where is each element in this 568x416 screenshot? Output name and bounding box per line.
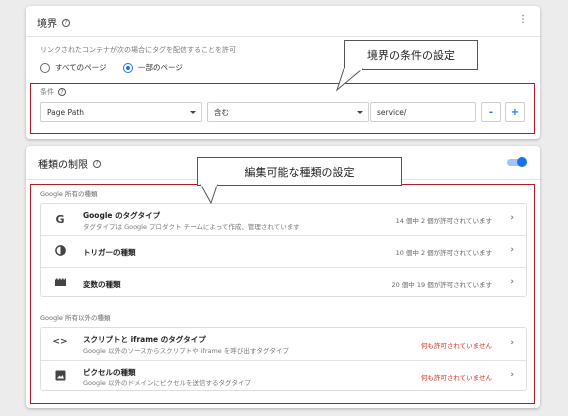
chevron-right-icon[interactable]: › <box>510 338 514 348</box>
operator-value: 含む <box>214 107 229 117</box>
row-title: 変数の種類 <box>83 280 121 289</box>
chevron-right-icon[interactable]: › <box>510 277 514 287</box>
chevron-right-icon[interactable]: › <box>510 245 514 255</box>
row-title: Google のタグタイプ <box>83 211 161 220</box>
radio-checked-icon[interactable] <box>123 62 133 73</box>
image-icon <box>53 370 67 381</box>
non-google-section-label: Google 所有以外の種類 <box>40 314 111 322</box>
dropdown-caret-icon <box>357 111 363 114</box>
list-item[interactable]: ピクセルの種類 Google 以外のドメインにピクセルを送信するタグタイプ 何も… <box>41 361 526 392</box>
callout-types-text: 編集可能な種類の設定 <box>244 165 355 179</box>
boundary-title: 境界 <box>37 19 57 30</box>
code-icon: <> <box>52 337 68 347</box>
list-item[interactable]: 変数の種類 20 個中 19 個が許可されています › <box>41 268 526 298</box>
google-section-label: Google 所有の種類 <box>40 190 98 198</box>
variable-select[interactable]: Page Path <box>40 102 202 122</box>
dropdown-caret-icon <box>190 111 196 114</box>
radio-unchecked-icon[interactable] <box>40 62 50 73</box>
google-g-icon: G <box>55 213 65 226</box>
row-status: 10 個中 2 個が許可されています <box>395 249 492 257</box>
help-icon[interactable]: ? <box>62 18 70 27</box>
non-google-types-group: <> スクリプトと iframe のタグタイプ Google 以外のソースからス… <box>40 327 527 391</box>
divider <box>26 36 540 37</box>
restrictions-header: 種類の制限 ? <box>38 156 101 171</box>
condition-value-input[interactable]: service/ <box>370 102 476 122</box>
list-item[interactable]: トリガーの種類 10 個中 2 個が許可されています › <box>41 236 526 267</box>
trigger-icon <box>53 245 67 256</box>
callout-tail <box>335 68 364 92</box>
row-subtitle: Google 以外のソースからスクリプトや iframe を呼び出すタグタイプ <box>83 347 289 355</box>
google-types-group: G Google のタグタイプ タグタイプは Google プロダクト チームに… <box>40 203 527 297</box>
radio-some-pages[interactable]: 一部のページ <box>123 62 183 73</box>
variable-icon <box>53 277 67 287</box>
row-status: 何も許可されていません <box>420 342 492 350</box>
row-title: スクリプトと iframe のタグタイプ <box>83 335 206 344</box>
restrictions-toggle[interactable] <box>507 157 527 167</box>
boundary-card: 境界 ? ⋮ リンクされたコンテナが次の場合にタグを配信することを許可 すべての… <box>26 6 540 139</box>
radio-all-pages-label: すべてのページ <box>55 63 107 72</box>
chevron-right-icon[interactable]: › <box>510 213 514 223</box>
add-condition-button[interactable]: + <box>505 102 525 122</box>
row-subtitle: Google 以外のドメインにピクセルを送信するタグタイプ <box>83 379 251 387</box>
row-status: 14 個中 2 個が許可されています <box>395 217 492 225</box>
condition-header: 条件 ? <box>40 87 66 97</box>
boundary-description: リンクされたコンテナが次の場合にタグを配信することを許可 <box>40 46 236 54</box>
callout-boundary: 境界の条件の設定 <box>344 40 478 70</box>
restrictions-title: 種類の制限 <box>38 160 88 171</box>
help-icon[interactable]: ? <box>93 159 101 168</box>
row-title: トリガーの種類 <box>83 248 136 257</box>
list-item[interactable]: <> スクリプトと iframe のタグタイプ Google 以外のソースからス… <box>41 328 526 360</box>
callout-types: 編集可能な種類の設定 <box>197 157 402 186</box>
boundary-header: 境界 ? <box>37 15 70 30</box>
list-item[interactable]: G Google のタグタイプ タグタイプは Google プロダクト チームに… <box>41 204 526 235</box>
radio-all-pages[interactable]: すべてのページ <box>40 62 107 73</box>
condition-label: 条件 <box>40 88 54 96</box>
row-subtitle: タグタイプは Google プロダクト チームによって作成、管理されています <box>83 223 300 231</box>
chevron-right-icon[interactable]: › <box>510 370 514 380</box>
row-status: 何も許可されていません <box>420 374 492 382</box>
radio-some-pages-label: 一部のページ <box>138 63 183 72</box>
toggle-knob <box>517 157 527 167</box>
remove-condition-button[interactable]: - <box>481 102 501 122</box>
variable-value: Page Path <box>47 107 85 117</box>
callout-boundary-text: 境界の条件の設定 <box>367 49 455 62</box>
callout-tail <box>200 184 218 205</box>
more-vert-icon[interactable]: ⋮ <box>518 14 528 25</box>
condition-value: service/ <box>377 107 407 117</box>
row-status: 20 個中 19 個が許可されています <box>391 281 492 289</box>
operator-select[interactable]: 含む <box>207 102 369 122</box>
help-icon[interactable]: ? <box>58 88 66 96</box>
